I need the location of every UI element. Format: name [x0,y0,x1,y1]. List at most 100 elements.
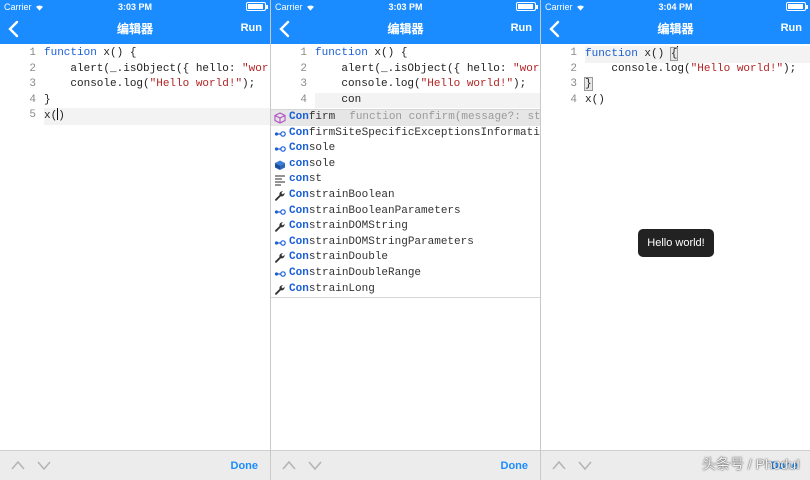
line-number: 1 [570,47,577,59]
line-number: 1 [300,47,307,59]
battery-icon [246,2,268,11]
wrench-icon [274,190,286,202]
dot-link-icon [274,268,286,280]
completion-match: Con [289,235,309,248]
matched-brace: } [584,77,593,91]
completion-match: Con [289,251,309,264]
completion-match: Con [289,220,309,233]
completion-label: firmSiteSpecificExceptionsInformation [308,126,540,139]
status-bar: Carrier 3:03 PM [0,0,270,14]
text-cursor [677,46,679,58]
code-line[interactable]: 2 console.log("Hello world!"); [541,62,810,78]
code-editor[interactable]: 1 function x() { 2 alert(_.isObject({ hel… [0,46,270,450]
autocomplete-item[interactable]: ConstrainDouble [271,250,540,266]
code-line[interactable]: 1 function x() { [271,46,540,62]
wrench-icon [274,252,286,264]
code-line[interactable]: 3 console.log("Hello world!"); [271,77,540,93]
run-button[interactable]: Run [781,14,802,42]
chevron-down-icon[interactable] [36,459,52,471]
line-number: 3 [300,78,307,90]
keyword: function [585,48,638,60]
completion-label: strainDOMStringParameters [308,235,474,248]
line-number: 4 [300,93,307,106]
autocomplete-item[interactable]: ConstrainDOMString [271,219,540,235]
dot-link-icon [274,143,286,155]
page-title: 编辑器 [116,22,153,36]
completion-label: strainDouble [308,251,389,264]
completion-label: strainLong [308,282,375,295]
chevron-down-icon[interactable] [307,459,323,471]
line-number: 2 [300,62,307,75]
done-button[interactable]: Done [501,451,529,480]
code-line-active[interactable]: 1 function x() { [541,46,810,63]
autocomplete-item[interactable]: ConstrainBoolean [271,188,540,204]
code-line-active[interactable]: 5 x() [0,108,270,125]
chevron-up-icon[interactable] [10,459,26,471]
keyword: function [315,47,368,59]
line-number: 3 [570,78,577,90]
lines-icon [274,174,286,186]
cube-icon [274,112,286,124]
autocomplete-item[interactable]: ConfirmSiteSpecificExceptionsInformation [271,126,540,142]
watermark: 头条号 / PhoduI [701,456,800,472]
string-literal: "Hello world!" [420,78,514,90]
autocomplete-item[interactable]: ConstrainBooleanParameters [271,204,540,220]
chevron-up-icon[interactable] [551,459,567,471]
string-literal: "world" [513,62,540,75]
autocomplete-item[interactable]: const [271,172,540,188]
code-line[interactable]: 4} [0,93,270,109]
keyword: function [44,47,97,59]
autocomplete-item[interactable]: console [271,157,540,173]
run-button[interactable]: Run [511,14,532,42]
code-text: con [315,92,540,108]
autocomplete-item[interactable]: ConstrainLong [271,282,540,297]
dot-link-icon [274,206,286,218]
code-line[interactable]: 3} [541,77,810,93]
code-line[interactable]: 2 alert(_.isObject({ hello: "world" })); [271,62,540,78]
completion-match: Con [289,126,309,139]
completion-match: Con [289,142,309,155]
code-line[interactable]: 2 alert(_.isObject({ hello: "world" })); [0,62,270,78]
editor-panel-1: Carrier 3:03 PM 编辑器 Run 1 function x() { … [0,0,270,480]
code-line-active[interactable]: 4 con [271,92,540,108]
battery-icon [516,2,538,11]
line-number: 4 [29,93,36,106]
done-button[interactable]: Done [231,451,259,480]
code-text: alert(_.isObject({ hello: [315,62,514,75]
status-time: 3:04 PM [658,2,693,12]
autocomplete-item[interactable]: Console [271,141,540,157]
autocomplete-item[interactable]: Confirm function confirm(message?: string… [271,110,540,126]
dot-link-icon [274,128,286,140]
line-number: 3 [29,78,36,90]
status-bar: Carrier 3:03 PM [271,0,540,14]
navigation-bar: 编辑器 Run [271,14,540,44]
page-title: 编辑器 [657,22,694,36]
line-number: 1 [29,47,36,59]
chevron-up-icon[interactable] [281,459,297,471]
wrench-icon [274,221,286,233]
completion-label: strainDOMString [308,220,408,233]
completion-match: Con [289,111,309,123]
wrench-icon [274,284,286,296]
run-button[interactable]: Run [241,14,262,42]
autocomplete-list[interactable]: Confirmfunction confirm(message?: string… [271,109,540,298]
completion-match: Con [289,204,309,217]
page-title: 编辑器 [387,22,424,36]
code-text: x() [637,48,671,60]
code-line[interactable]: 1 function x() { [0,46,270,62]
string-literal: "Hello world!" [149,78,243,90]
keyboard-toolbar: Done [0,450,270,480]
navigation-bar: 编辑器 Run [541,14,810,44]
completion-label: st [308,173,323,186]
dot-link-icon [274,237,286,249]
autocomplete-item[interactable]: ConstrainDoubleRange [271,266,540,282]
code-text: ) [58,110,65,122]
code-line[interactable]: 4 x() [541,93,810,109]
chevron-down-icon[interactable] [577,459,593,471]
completion-label: strainBoolean [308,188,395,201]
autocomplete-item[interactable]: ConstrainDOMStringParameters [271,235,540,251]
line-number: 5 [29,109,36,121]
code-text: x() { [96,47,137,59]
code-line[interactable]: 3 console.log("Hello world!"); [0,77,270,93]
completion-match: Con [289,188,309,201]
